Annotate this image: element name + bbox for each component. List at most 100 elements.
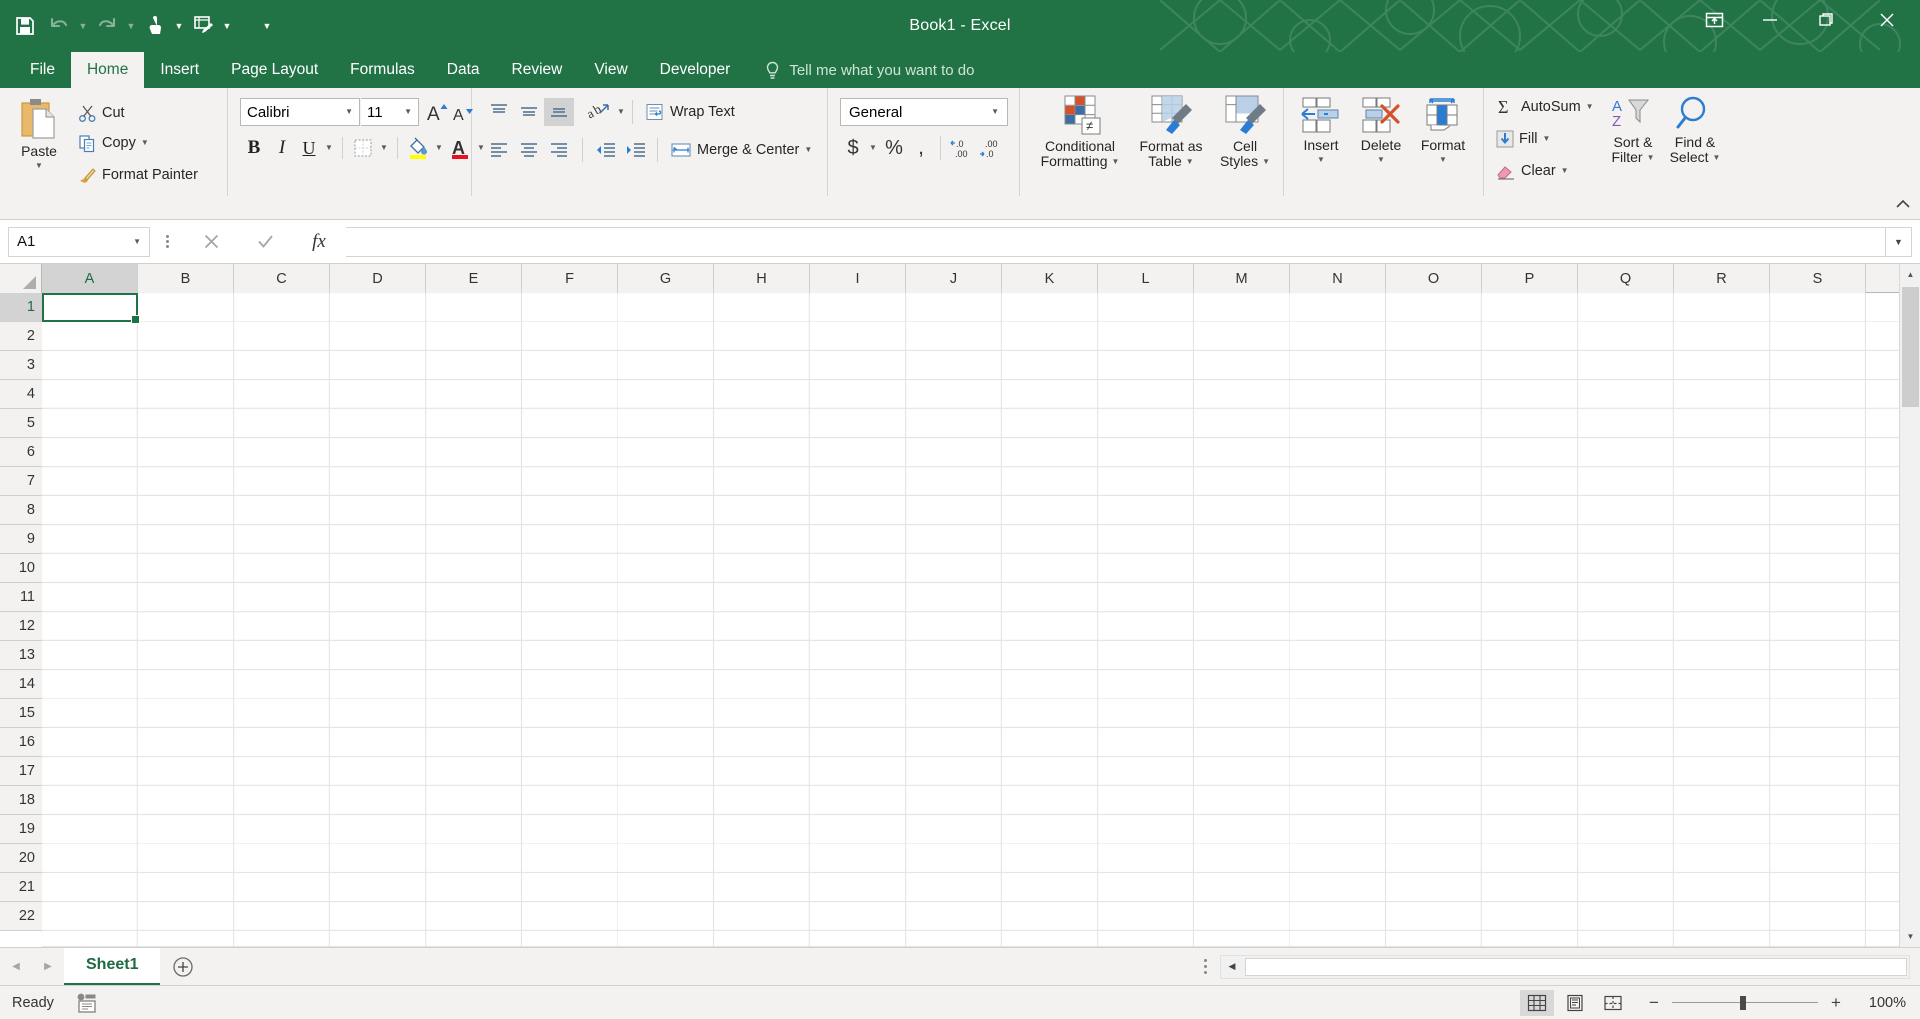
find-select-button[interactable]: Find & Select ▼ <box>1666 94 1724 165</box>
format-painter-button[interactable]: Format Painter <box>74 162 202 188</box>
tell-me-box[interactable]: Tell me what you want to do <box>746 52 984 88</box>
paste-dropdown-icon[interactable]: ▼ <box>35 162 43 170</box>
column-header-M[interactable]: M <box>1194 264 1290 293</box>
cut-button[interactable]: Cut <box>74 100 129 126</box>
tab-view[interactable]: View <box>578 52 643 88</box>
conditional-formatting-button[interactable]: ≠ Conditional Formatting ▼ <box>1030 94 1130 169</box>
tab-home[interactable]: Home <box>70 52 145 88</box>
paste-button[interactable]: Paste ▼ <box>8 96 70 170</box>
scroll-down-icon[interactable]: ▼ <box>1900 926 1920 947</box>
accounting-format-button[interactable]: $ <box>840 134 866 162</box>
align-left-button[interactable] <box>484 136 514 164</box>
increase-indent-button[interactable] <box>621 136 651 164</box>
decrease-decimal-button[interactable]: .00.0 <box>977 134 1007 162</box>
horizontal-scroll-thumb[interactable] <box>1245 957 1907 976</box>
align-middle-button[interactable] <box>514 98 544 126</box>
column-header-I[interactable]: I <box>810 264 906 293</box>
row-header-17[interactable]: 17 <box>0 757 42 786</box>
select-all-button[interactable] <box>0 264 42 293</box>
comma-style-button[interactable]: , <box>908 134 934 162</box>
row-header-4[interactable]: 4 <box>0 380 42 409</box>
zoom-in-icon[interactable]: + <box>1828 993 1844 1013</box>
row-header-6[interactable]: 6 <box>0 438 42 467</box>
zoom-slider-thumb[interactable] <box>1740 995 1746 1010</box>
zoom-slider[interactable] <box>1672 995 1818 1010</box>
orientation-button[interactable]: ab <box>584 98 614 126</box>
zoom-out-icon[interactable]: − <box>1646 993 1662 1013</box>
cancel-icon[interactable] <box>184 227 238 257</box>
row-header-8[interactable]: 8 <box>0 496 42 525</box>
increase-decimal-button[interactable]: .0.00 <box>947 134 977 162</box>
cell-area[interactable] <box>42 293 1920 947</box>
formula-bar-handle[interactable] <box>150 227 184 257</box>
page-layout-view-icon[interactable] <box>1558 990 1592 1016</box>
scroll-up-icon[interactable]: ▲ <box>1900 264 1920 285</box>
column-header-K[interactable]: K <box>1002 264 1098 293</box>
autosum-button[interactable]: Σ AutoSum ▼ <box>1492 94 1598 120</box>
column-header-B[interactable]: B <box>138 264 234 293</box>
row-header-7[interactable]: 7 <box>0 467 42 496</box>
normal-view-icon[interactable] <box>1520 989 1554 1016</box>
find-select-dropdown-icon[interactable]: ▼ <box>1713 153 1721 162</box>
insert-cells-button[interactable]: Insert ▼ <box>1292 96 1350 164</box>
vertical-scroll-thumb[interactable] <box>1902 287 1919 407</box>
add-sheet-icon[interactable] <box>160 948 206 986</box>
ribbon-display-options-icon[interactable] <box>1686 0 1742 40</box>
merge-center-button[interactable]: Merge & Center ▼ <box>666 137 816 163</box>
fill-color-button[interactable] <box>404 134 432 162</box>
column-header-D[interactable]: D <box>330 264 426 293</box>
insert-cells-dropdown-icon[interactable]: ▼ <box>1317 156 1325 164</box>
row-header-20[interactable]: 20 <box>0 844 42 873</box>
font-color-button[interactable]: A <box>446 134 474 162</box>
insert-function-icon[interactable]: fx <box>292 227 346 257</box>
row-header-15[interactable]: 15 <box>0 699 42 728</box>
column-header-S[interactable]: S <box>1770 264 1866 293</box>
row-header-19[interactable]: 19 <box>0 815 42 844</box>
sort-filter-button[interactable]: A Z Sort & Filter ▼ <box>1604 94 1662 165</box>
row-header-10[interactable]: 10 <box>0 554 42 583</box>
cell-styles-dropdown-icon[interactable]: ▼ <box>1262 157 1270 166</box>
align-right-button[interactable] <box>544 136 574 164</box>
tab-file[interactable]: File <box>14 52 71 88</box>
row-header-11[interactable]: 11 <box>0 583 42 612</box>
format-cells-button[interactable]: Format ▼ <box>1412 96 1474 164</box>
column-header-Q[interactable]: Q <box>1578 264 1674 293</box>
bold-button[interactable]: B <box>240 134 268 162</box>
formula-input[interactable] <box>346 226 1886 257</box>
format-as-table-dropdown-icon[interactable]: ▼ <box>1186 157 1194 166</box>
tab-review[interactable]: Review <box>496 52 579 88</box>
number-format-dropdown-icon[interactable]: ▼ <box>991 108 999 116</box>
collapse-ribbon-icon[interactable] <box>1896 198 1910 212</box>
restore-icon[interactable] <box>1798 0 1854 40</box>
sheet-tab-sheet1[interactable]: Sheet1 <box>64 947 161 986</box>
wrap-text-button[interactable]: Wrap Text <box>641 99 739 125</box>
row-header-5[interactable]: 5 <box>0 409 42 438</box>
autosum-dropdown-icon[interactable]: ▼ <box>1586 103 1594 111</box>
row-header-9[interactable]: 9 <box>0 525 42 554</box>
column-header-N[interactable]: N <box>1290 264 1386 293</box>
name-box-dropdown-icon[interactable]: ▼ <box>133 237 141 246</box>
column-header-R[interactable]: R <box>1674 264 1770 293</box>
tab-data[interactable]: Data <box>431 52 496 88</box>
fill-dropdown-icon[interactable]: ▼ <box>1543 135 1551 143</box>
sheet-bar-split-handle[interactable] <box>1190 948 1220 986</box>
borders-dropdown-icon[interactable]: ▼ <box>377 134 391 162</box>
accounting-format-dropdown-icon[interactable]: ▼ <box>866 134 880 162</box>
borders-button[interactable] <box>349 134 377 162</box>
next-sheet-icon[interactable]: ▶ <box>32 948 64 986</box>
fill-button[interactable]: Fill ▼ <box>1492 126 1554 152</box>
row-header-18[interactable]: 18 <box>0 786 42 815</box>
column-header-G[interactable]: G <box>618 264 714 293</box>
font-size-dropdown-icon[interactable]: ▼ <box>404 108 412 116</box>
font-name-input[interactable]: Calibri ▼ <box>240 98 360 126</box>
format-cells-dropdown-icon[interactable]: ▼ <box>1439 156 1447 164</box>
zoom-level-label[interactable]: 100% <box>1856 995 1906 1011</box>
clear-dropdown-icon[interactable]: ▼ <box>1561 167 1569 175</box>
increase-font-size-button[interactable]: A <box>424 98 452 126</box>
record-macro-icon[interactable] <box>76 993 98 1013</box>
column-header-O[interactable]: O <box>1386 264 1482 293</box>
column-header-F[interactable]: F <box>522 264 618 293</box>
column-header-C[interactable]: C <box>234 264 330 293</box>
sort-filter-dropdown-icon[interactable]: ▼ <box>1647 153 1655 162</box>
column-header-P[interactable]: P <box>1482 264 1578 293</box>
